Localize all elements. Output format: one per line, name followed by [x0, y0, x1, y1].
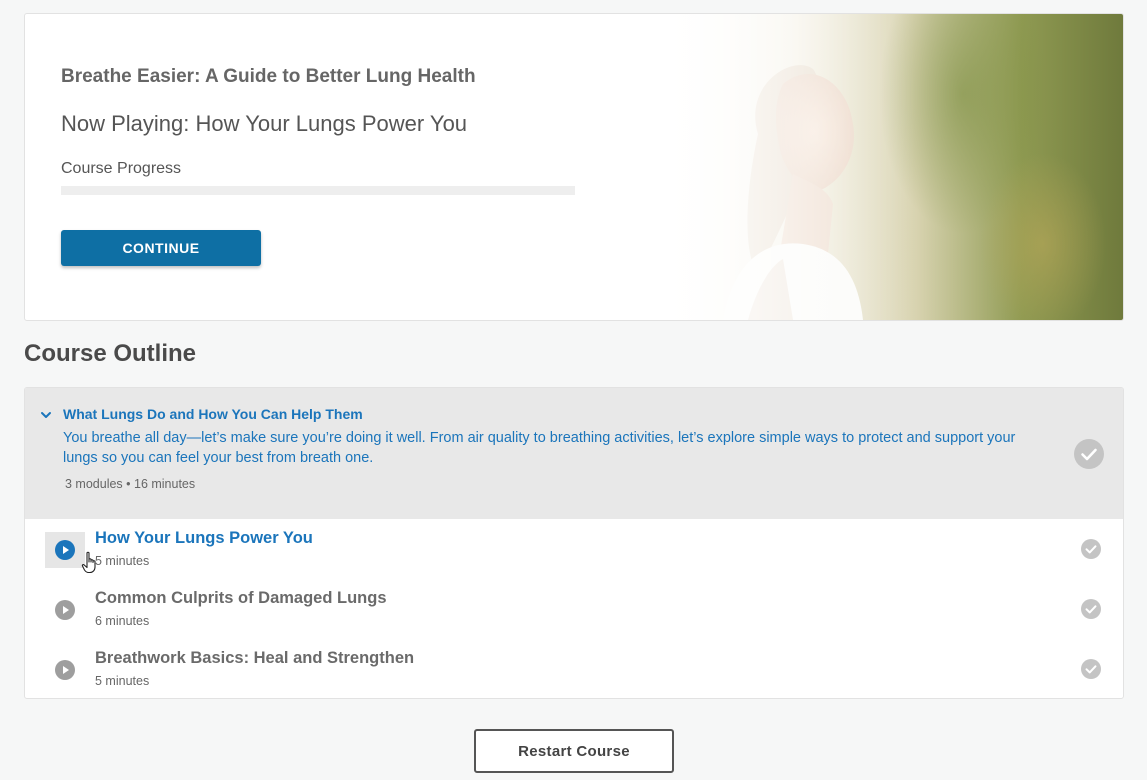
- module-title[interactable]: How Your Lungs Power You: [95, 529, 313, 548]
- module-duration: 6 minutes: [95, 614, 150, 628]
- play-icon: [55, 660, 75, 680]
- restart-course-button[interactable]: Restart Course: [474, 729, 674, 773]
- hand-pointer-cursor-icon: [81, 551, 96, 574]
- module-item[interactable]: Common Culprits of Damaged Lungs 6 minut…: [25, 579, 1123, 639]
- play-icon: [55, 540, 75, 560]
- module-complete-check-icon: [1081, 599, 1101, 619]
- continue-button[interactable]: CONTINUE: [61, 230, 261, 266]
- section-header[interactable]: What Lungs Do and How You Can Help Them …: [25, 388, 1123, 519]
- module-duration: 5 minutes: [95, 674, 150, 688]
- course-hero-card: Breathe Easier: A Guide to Better Lung H…: [24, 13, 1124, 321]
- section-description: You breathe all day—let’s make sure you’…: [63, 430, 1016, 466]
- section-complete-check-icon: [1074, 439, 1104, 469]
- course-outline-card: What Lungs Do and How You Can Help Them …: [24, 387, 1124, 699]
- hero-image-woman-breathing: [663, 14, 1123, 320]
- section-meta: 3 modules • 16 minutes: [65, 477, 196, 491]
- section-title[interactable]: What Lungs Do and How You Can Help Them: [63, 406, 363, 422]
- module-title[interactable]: Common Culprits of Damaged Lungs: [95, 589, 387, 608]
- now-playing-title: Now Playing: How Your Lungs Power You: [61, 111, 468, 136]
- module-complete-check-icon: [1081, 539, 1101, 559]
- module-play-button[interactable]: [45, 532, 85, 568]
- play-icon: [55, 600, 75, 620]
- progress-label: Course Progress: [61, 160, 182, 177]
- module-play-button[interactable]: [45, 592, 85, 628]
- module-item[interactable]: How Your Lungs Power You 5 minutes: [25, 519, 1123, 579]
- course-outline-heading: Course Outline: [24, 340, 197, 367]
- module-title[interactable]: Breathwork Basics: Heal and Strengthen: [95, 649, 414, 668]
- chevron-down-icon[interactable]: [39, 408, 53, 422]
- module-duration: 5 minutes: [95, 554, 150, 568]
- course-title: Breathe Easier: A Guide to Better Lung H…: [61, 66, 476, 87]
- progress-bar: [61, 186, 575, 195]
- module-complete-check-icon: [1081, 659, 1101, 679]
- module-item[interactable]: Breathwork Basics: Heal and Strengthen 5…: [25, 639, 1123, 698]
- module-play-button[interactable]: [45, 652, 85, 688]
